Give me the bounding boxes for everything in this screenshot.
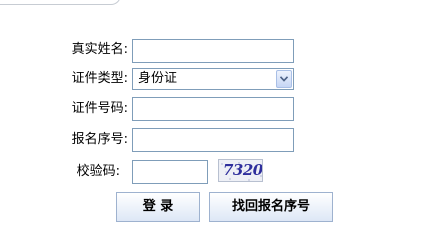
captcha-label: 校验码:	[76, 164, 120, 179]
real-name-label: 真实姓名:	[71, 42, 128, 57]
login-button[interactable]: 登 录	[116, 192, 200, 222]
id-number-label: 证件号码:	[71, 101, 128, 116]
registration-login-form: 真实姓名: 证件类型: 身份证 证件号码: 报名序号: 校验码: 7320 登 …	[0, 0, 438, 241]
reg-number-input[interactable]	[132, 128, 294, 152]
captcha-code: 7320	[223, 161, 263, 179]
top-decoration	[0, 0, 121, 5]
id-type-select[interactable]: 身份证	[132, 68, 294, 90]
recover-reg-number-button[interactable]: 找回报名序号	[209, 192, 333, 222]
real-name-input[interactable]	[132, 39, 294, 63]
captcha-image[interactable]: 7320	[218, 159, 263, 182]
id-type-selected-value: 身份证	[138, 71, 178, 86]
id-number-input[interactable]	[132, 97, 294, 121]
reg-number-label: 报名序号:	[71, 132, 128, 147]
chevron-down-icon[interactable]	[276, 70, 292, 88]
id-type-label: 证件类型:	[71, 71, 128, 86]
captcha-input[interactable]	[132, 160, 208, 184]
